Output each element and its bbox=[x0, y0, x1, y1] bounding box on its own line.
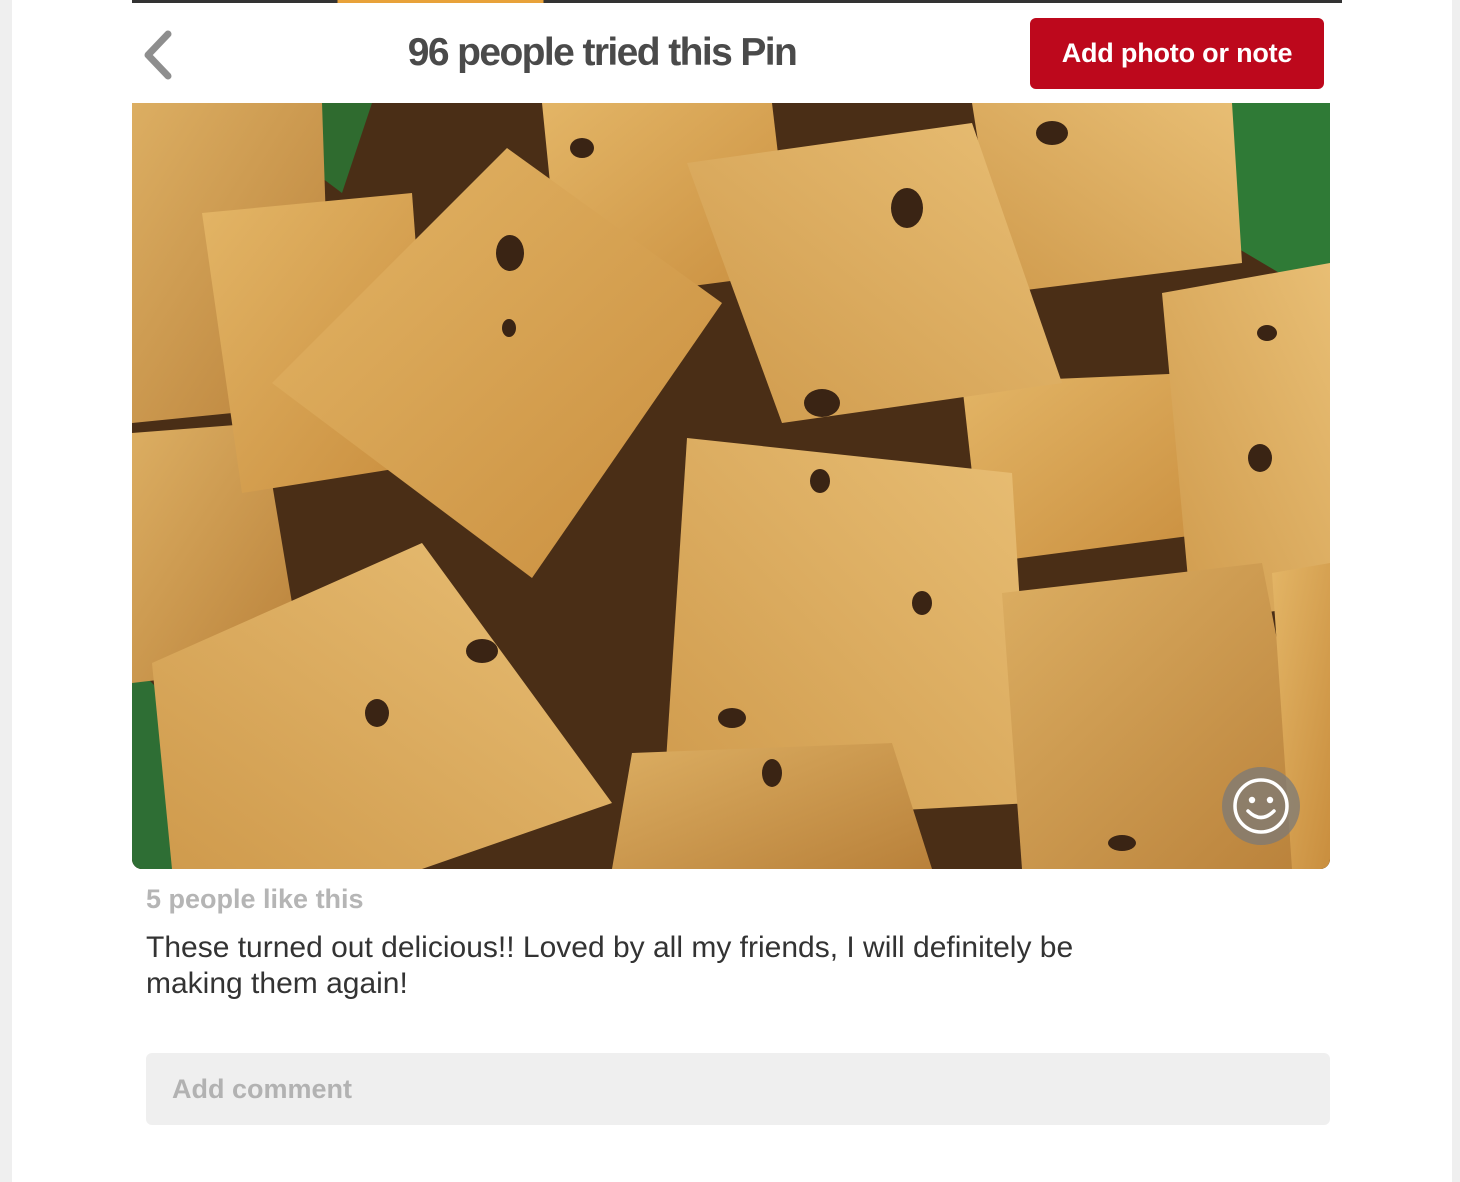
back-button[interactable] bbox=[132, 25, 182, 85]
header: 96 people tried this Pin Add photo or no… bbox=[132, 3, 1342, 103]
likes-count[interactable]: 5 people like this bbox=[146, 884, 364, 915]
smiley-icon bbox=[1233, 778, 1289, 834]
page: 96 people tried this Pin Add photo or no… bbox=[12, 0, 1452, 1182]
add-photo-or-note-button[interactable]: Add photo or note bbox=[1030, 18, 1324, 89]
reaction-button[interactable] bbox=[1222, 767, 1300, 845]
chevron-left-icon bbox=[144, 30, 172, 80]
tried-note-text: These turned out delicious!! Loved by al… bbox=[146, 931, 1074, 1000]
blondie-bars-photo bbox=[132, 103, 1330, 869]
add-comment-input[interactable] bbox=[146, 1053, 1330, 1125]
page-title: 96 people tried this Pin bbox=[407, 31, 798, 74]
tried-photo[interactable] bbox=[132, 103, 1330, 869]
